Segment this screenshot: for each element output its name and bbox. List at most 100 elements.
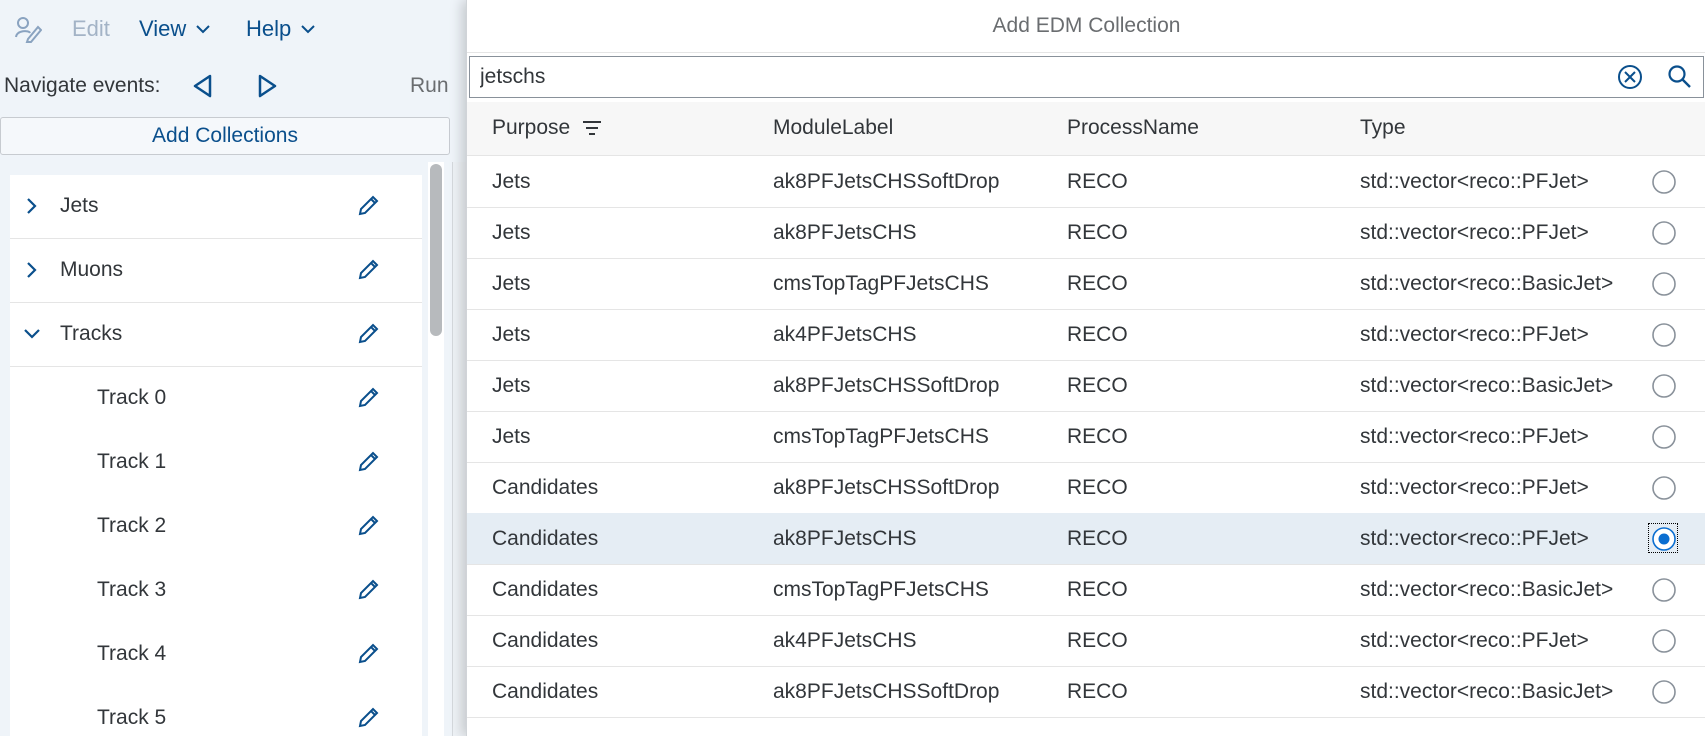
cell-module: ak8PFJetsCHSSoftDrop xyxy=(773,374,1000,397)
pencil-icon[interactable] xyxy=(357,513,381,537)
chevron-down-icon xyxy=(196,24,211,34)
add-collections-button[interactable]: Add Collections xyxy=(0,117,450,155)
table-row[interactable]: Jets cmsTopTagPFJetsCHS RECO std::vector<re… xyxy=(467,411,1705,463)
pencil-icon[interactable] xyxy=(357,193,381,217)
tree-item-label: Track 3 xyxy=(97,578,167,601)
tree-item-jets[interactable]: Jets xyxy=(10,175,422,239)
previous-event-button[interactable] xyxy=(190,72,216,100)
tree-item-track[interactable]: Track 5 xyxy=(10,687,422,736)
pencil-icon[interactable] xyxy=(357,449,381,473)
clear-icon[interactable] xyxy=(1616,63,1644,91)
tree-item-tracks[interactable]: Tracks xyxy=(10,303,422,367)
pencil-person-icon[interactable] xyxy=(14,15,42,43)
row-radio-button[interactable] xyxy=(1650,627,1678,655)
row-radio-button[interactable] xyxy=(1650,372,1678,400)
row-radio-button[interactable] xyxy=(1650,423,1678,451)
table-row[interactable]: Candidates ak8PFJetsCHS RECO std::vector<re… xyxy=(467,513,1705,565)
cell-type: std::vector<reco::BasicJet> xyxy=(1360,374,1614,397)
table-row[interactable]: Jets ak4PFJetsCHS RECO std::vector<reco::PF… xyxy=(467,309,1705,361)
cell-process: RECO xyxy=(1067,476,1128,499)
collection-tree: Jets Muons Tracks Track 0 Track 1 Track … xyxy=(10,175,422,736)
cell-type: std::vector<reco::BasicJet> xyxy=(1360,578,1614,601)
column-header-label: Type xyxy=(1360,116,1406,139)
table-row[interactable]: Candidates cmsTopTagPFJetsCHS RECO std::vec… xyxy=(467,564,1705,616)
cell-type: std::vector<reco::PFJet> xyxy=(1360,527,1589,550)
cell-purpose: Candidates xyxy=(492,578,599,601)
tree-item-label: Track 2 xyxy=(97,514,167,537)
search-field[interactable] xyxy=(469,56,1704,98)
tree-item-label: Track 4 xyxy=(97,642,167,665)
table-row[interactable]: Candidates ak8PFJetsCHSSoftDrop RECO std::v… xyxy=(467,462,1705,514)
cell-process: RECO xyxy=(1067,272,1128,295)
row-radio-button[interactable] xyxy=(1650,576,1678,604)
table-row[interactable]: Candidates ak8PFJetsCHSSoftDrop RECO std::v… xyxy=(467,666,1705,718)
sort-icon[interactable] xyxy=(582,120,602,136)
dialog-title: Add EDM Collection xyxy=(467,0,1705,53)
cell-module: ak8PFJetsCHSSoftDrop xyxy=(773,680,1000,703)
menu-edit[interactable]: Edit xyxy=(72,16,110,42)
cell-type: std::vector<reco::PFJet> xyxy=(1360,476,1589,499)
row-radio-button[interactable] xyxy=(1650,321,1678,349)
table-row[interactable]: Jets ak8PFJetsCHSSoftDrop RECO std::vector<… xyxy=(467,360,1705,412)
cell-purpose: Jets xyxy=(492,170,531,193)
table-header: Purpose ModuleLabel ProcessName Type xyxy=(467,102,1705,156)
tree-item-label: Jets xyxy=(60,194,99,217)
table-row[interactable]: Jets ak8PFJetsCHSSoftDrop RECO std::vector<… xyxy=(467,156,1705,208)
pencil-icon[interactable] xyxy=(357,641,381,665)
table-row[interactable]: Jets ak8PFJetsCHS RECO std::vector<reco::PF… xyxy=(467,207,1705,259)
row-radio-button[interactable] xyxy=(1650,168,1678,196)
menu-view-label: View xyxy=(139,16,187,41)
cell-module: ak8PFJetsCHS xyxy=(773,527,917,550)
chevron-right-icon[interactable] xyxy=(24,260,40,280)
tree-scrollbar[interactable] xyxy=(428,162,444,736)
column-header-type[interactable]: Type xyxy=(1360,116,1406,140)
column-header-processname[interactable]: ProcessName xyxy=(1067,116,1199,140)
pencil-icon[interactable] xyxy=(357,321,381,345)
cell-module: ak4PFJetsCHS xyxy=(773,323,917,346)
column-header-label: ProcessName xyxy=(1067,116,1199,139)
next-event-button[interactable] xyxy=(254,72,280,100)
pencil-icon[interactable] xyxy=(357,257,381,281)
tree-item-track[interactable]: Track 3 xyxy=(10,559,422,623)
search-icon[interactable] xyxy=(1667,64,1693,90)
chevron-right-icon[interactable] xyxy=(24,196,40,216)
row-radio-button[interactable] xyxy=(1650,270,1678,298)
menu-help[interactable]: Help xyxy=(246,16,315,42)
cell-type: std::vector<reco::PFJet> xyxy=(1360,170,1589,193)
cell-module: cmsTopTagPFJetsCHS xyxy=(773,425,989,448)
column-header-modulelabel[interactable]: ModuleLabel xyxy=(773,116,893,140)
navigate-events-label: Navigate events: xyxy=(4,74,161,97)
tree-item-track[interactable]: Track 4 xyxy=(10,623,422,687)
table-row[interactable]: Candidates ak4PFJetsCHS RECO std::vector<re… xyxy=(467,615,1705,667)
row-radio-button[interactable] xyxy=(1650,474,1678,502)
tree-item-muons[interactable]: Muons xyxy=(10,239,422,303)
panel-splitter[interactable] xyxy=(452,162,466,736)
cell-type: std::vector<reco::PFJet> xyxy=(1360,425,1589,448)
pencil-icon[interactable] xyxy=(357,705,381,729)
table-row[interactable]: Jets cmsTopTagPFJetsCHS RECO std::vector<re… xyxy=(467,258,1705,310)
chevron-down-icon[interactable] xyxy=(22,326,42,342)
tree-item-track[interactable]: Track 1 xyxy=(10,431,422,495)
tree-item-track[interactable]: Track 2 xyxy=(10,495,422,559)
cell-type: std::vector<reco::PFJet> xyxy=(1360,221,1589,244)
pencil-icon[interactable] xyxy=(357,385,381,409)
pencil-icon[interactable] xyxy=(357,577,381,601)
cell-process: RECO xyxy=(1067,578,1128,601)
run-label: Run xyxy=(410,74,449,97)
row-radio-button[interactable] xyxy=(1650,678,1678,706)
tree-item-label: Muons xyxy=(60,258,124,281)
cell-process: RECO xyxy=(1067,221,1128,244)
scrollbar-thumb[interactable] xyxy=(430,164,442,336)
menu-bar: Edit View Help xyxy=(0,0,466,58)
cell-type: std::vector<reco::PFJet> xyxy=(1360,323,1589,346)
cell-process: RECO xyxy=(1067,425,1128,448)
search-input[interactable] xyxy=(480,61,1580,93)
row-radio-button[interactable] xyxy=(1650,219,1678,247)
menu-view[interactable]: View xyxy=(139,16,211,42)
cell-purpose: Jets xyxy=(492,272,531,295)
cell-module: ak8PFJetsCHS xyxy=(773,221,917,244)
tree-item-track[interactable]: Track 0 xyxy=(10,367,422,431)
row-radio-button[interactable] xyxy=(1648,523,1678,553)
column-header-label: ModuleLabel xyxy=(773,116,894,139)
column-header-purpose[interactable]: Purpose xyxy=(492,116,602,140)
